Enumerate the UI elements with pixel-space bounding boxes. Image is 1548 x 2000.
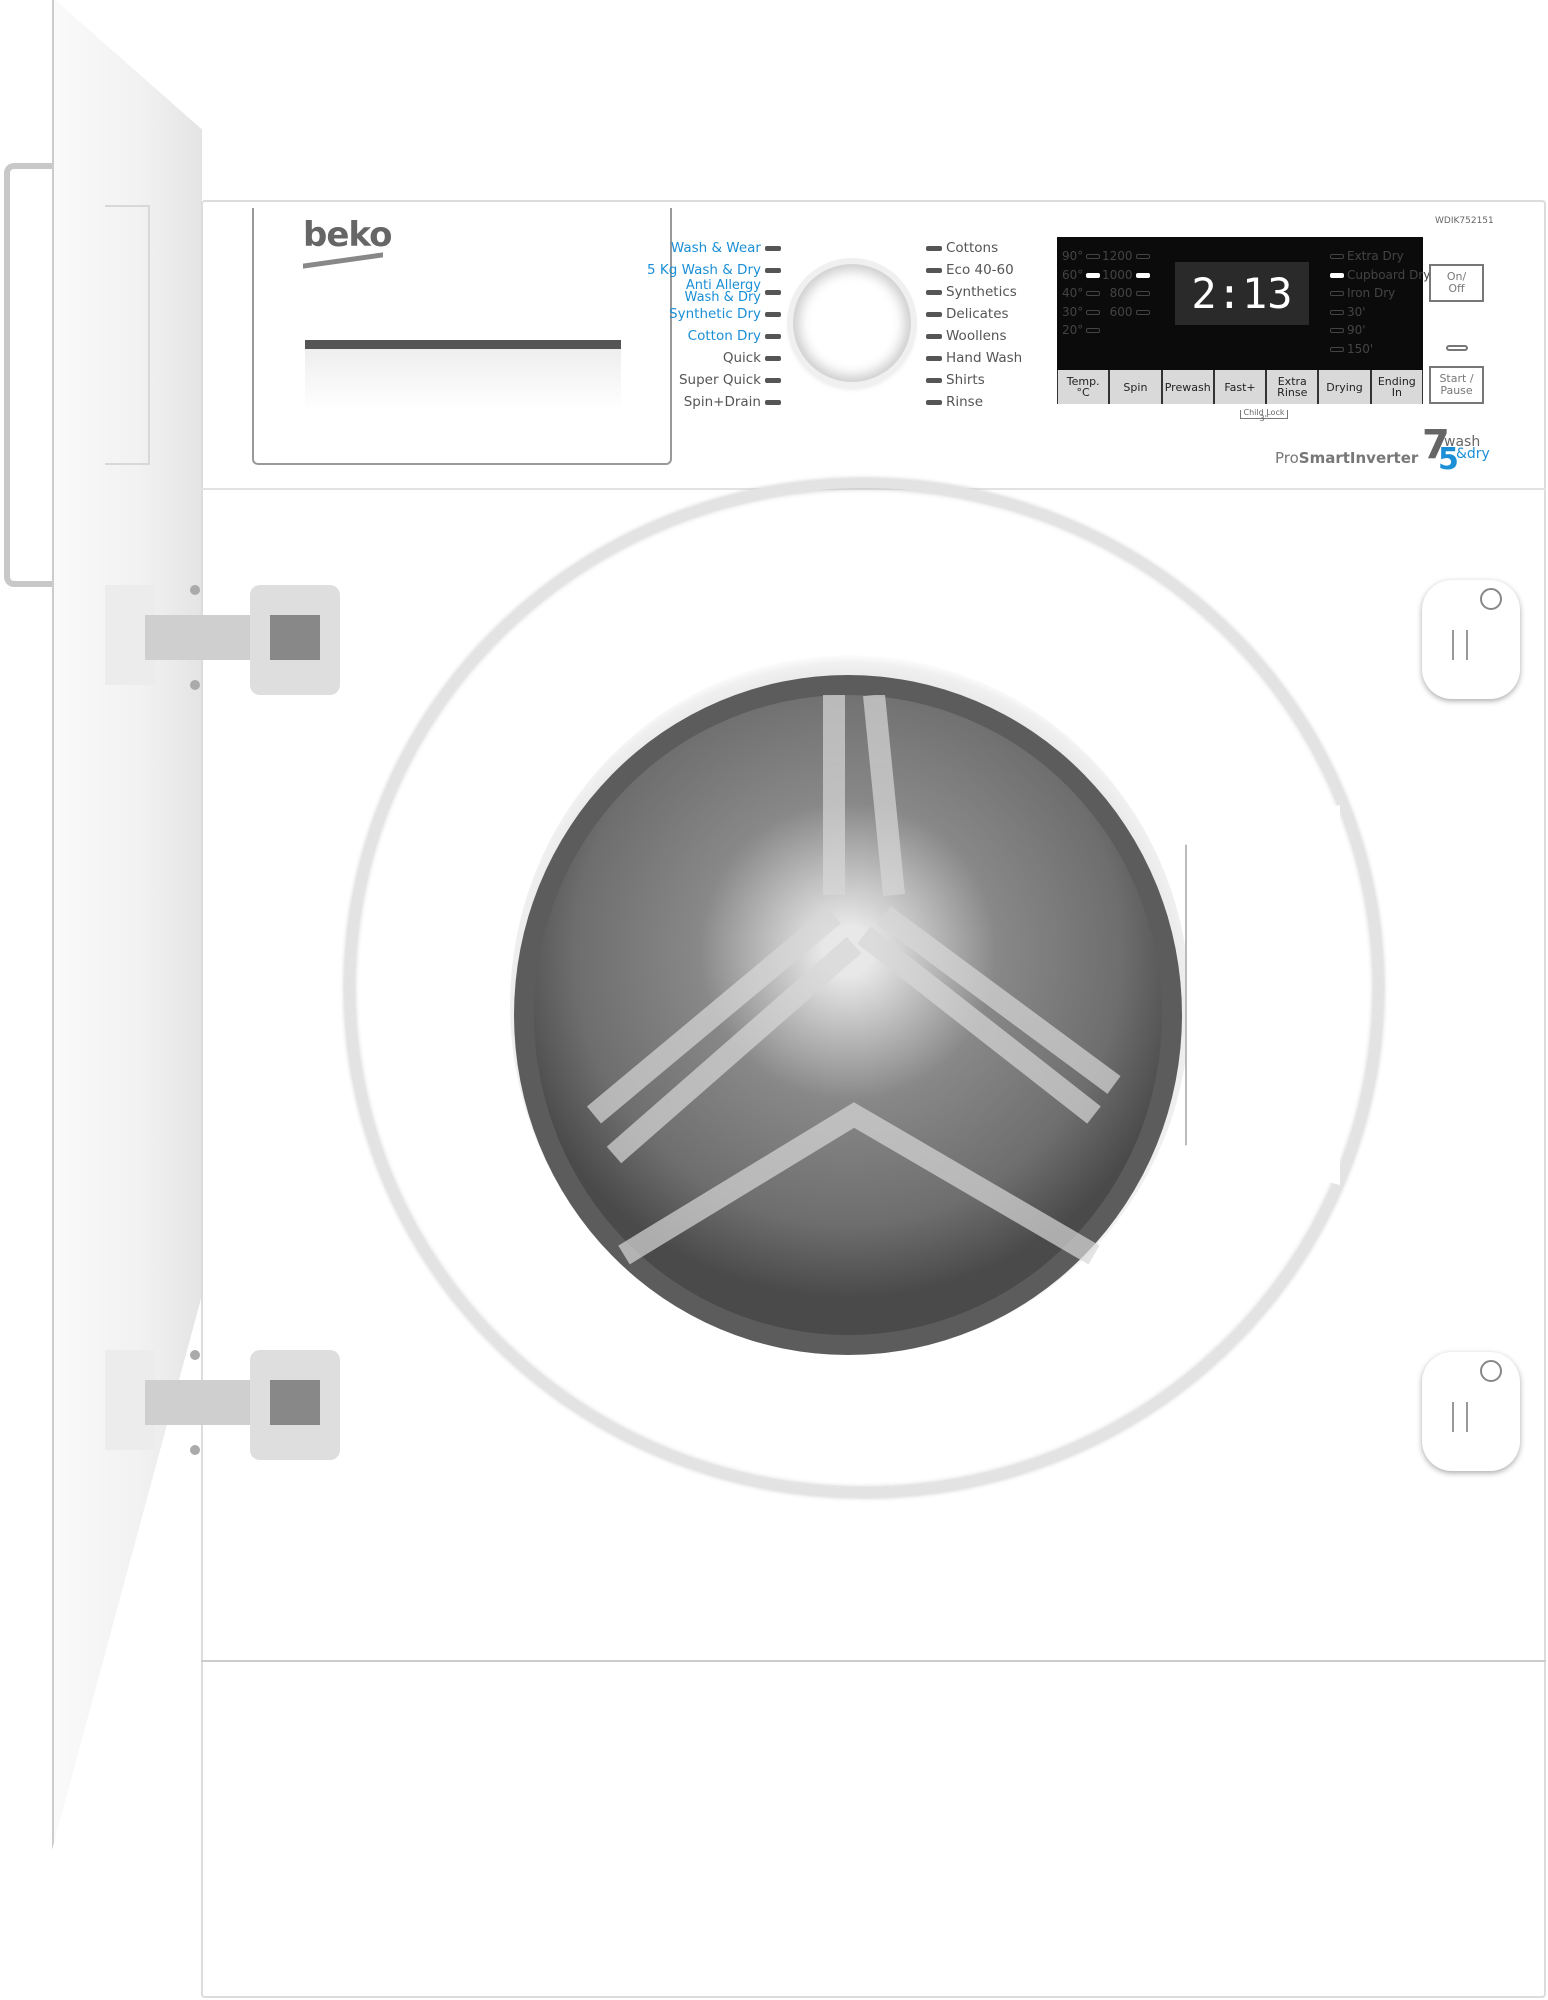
function-buttons: Temp. °C Spin Prewash Fast+ Extra Rinse … <box>1057 370 1423 404</box>
indicator-light <box>1446 345 1468 351</box>
ending-in-button[interactable]: Ending In <box>1371 370 1422 404</box>
upper-mount-bracket <box>1422 580 1520 699</box>
program-quick[interactable]: Quick <box>640 347 785 369</box>
door-handle[interactable] <box>4 163 54 587</box>
lower-mount-bracket <box>1422 1352 1520 1471</box>
spin-option: 600 <box>1102 303 1153 322</box>
temp-option: 30° <box>1062 303 1103 322</box>
kickplate-divider <box>201 1660 1546 1662</box>
program-hand-wash[interactable]: Hand Wash <box>922 347 1062 369</box>
program-super-quick[interactable]: Super Quick <box>640 369 785 391</box>
slot-icon <box>1452 1402 1468 1432</box>
dry-option: 150' <box>1327 340 1430 359</box>
program-list-right: Cottons Eco 40-60 Synthetics Delicates W… <box>922 237 1062 413</box>
drying-button[interactable]: Drying <box>1319 370 1370 404</box>
program-selector-dial[interactable] <box>793 264 911 382</box>
program-woollens[interactable]: Woollens <box>922 325 1062 347</box>
program-list-left: Wash & Wear 5 Kg Wash & Dry Anti Allergy… <box>640 237 785 413</box>
time-readout: 2:13 <box>1175 262 1309 325</box>
spin-column: 1200 1000 800 600 <box>1102 247 1153 321</box>
dry-option: Cupboard Dry <box>1327 266 1430 285</box>
program-rinse[interactable]: Rinse <box>922 391 1062 413</box>
program-cottons[interactable]: Cottons <box>922 237 1062 259</box>
program-synthetics[interactable]: Synthetics <box>922 281 1062 303</box>
screw-icon <box>1480 1360 1502 1382</box>
capacity-badge: 7 5 wash &dry <box>1422 422 1490 477</box>
drum-paddles <box>586 693 1121 1265</box>
drawer-handle[interactable] <box>305 340 621 410</box>
program-spin-drain[interactable]: Spin+Drain <box>640 391 785 413</box>
dry-option: Iron Dry <box>1327 284 1430 303</box>
program-eco[interactable]: Eco 40-60 <box>922 259 1062 281</box>
dry-option: 30' <box>1327 303 1430 322</box>
screw-icon <box>1480 588 1502 610</box>
program-synthetic-dry[interactable]: Synthetic Dry <box>640 303 785 325</box>
temp-option: 90° <box>1062 247 1103 266</box>
drum <box>514 675 1182 1355</box>
spin-option: 1200 <box>1102 247 1153 266</box>
upper-hinge <box>105 585 340 695</box>
temp-option: 40° <box>1062 284 1103 303</box>
program-anti-allergy[interactable]: Anti Allergy Wash & Dry <box>640 279 785 304</box>
prosmartinverter-logo: ProSmartInverter <box>1275 449 1419 467</box>
temperature-column: 90° 60° 40° 30° 20° <box>1062 247 1103 340</box>
prewash-button[interactable]: Prewash <box>1162 370 1213 404</box>
spin-option: 1000 <box>1102 266 1153 285</box>
child-lock-label: Child Lock 3" <box>1240 409 1288 423</box>
spin-option: 800 <box>1102 284 1153 303</box>
dry-option: Extra Dry <box>1327 247 1430 266</box>
brand-logo: beko <box>303 215 392 255</box>
extra-rinse-button[interactable]: Extra Rinse <box>1267 370 1318 404</box>
temp-option: 60° <box>1062 266 1103 285</box>
fast-plus-button[interactable]: Fast+ <box>1214 370 1266 404</box>
door-panel-edge <box>105 205 150 465</box>
lower-hinge <box>105 1350 340 1460</box>
program-delicates[interactable]: Delicates <box>922 303 1062 325</box>
program-shirts[interactable]: Shirts <box>922 369 1062 391</box>
door-latch-flap[interactable] <box>1185 805 1340 1185</box>
spin-button[interactable]: Spin <box>1110 370 1161 404</box>
dry-option: 90' <box>1327 321 1430 340</box>
program-cotton-dry[interactable]: Cotton Dry <box>640 325 785 347</box>
start-pause-button[interactable]: Start / Pause <box>1429 366 1484 404</box>
slot-icon <box>1452 630 1468 660</box>
model-number: WDIK752151 <box>1435 216 1494 226</box>
on-off-button[interactable]: On/ Off <box>1429 264 1484 302</box>
drying-column: Extra Dry Cupboard Dry Iron Dry 30' 90' … <box>1327 247 1430 358</box>
temp-button[interactable]: Temp. °C <box>1058 370 1109 404</box>
temp-option: 20° <box>1062 321 1103 340</box>
program-wash-wear[interactable]: Wash & Wear <box>640 237 785 259</box>
